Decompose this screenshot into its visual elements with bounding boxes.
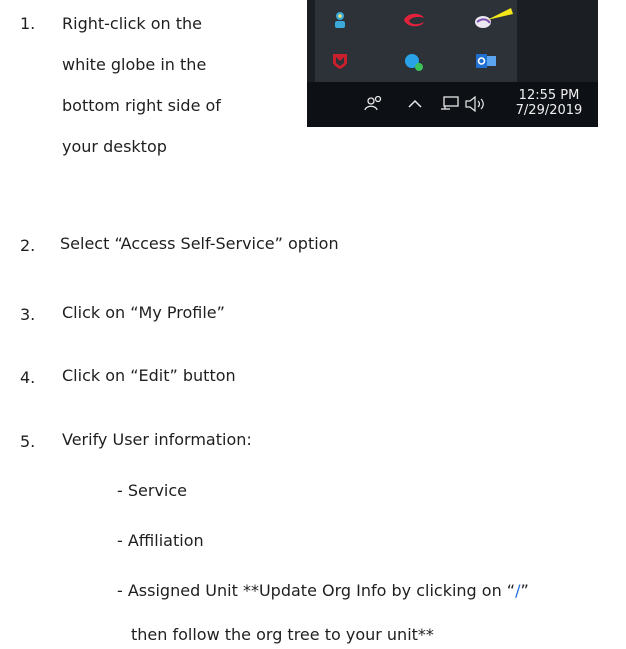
taskbar-clock[interactable]: 12:55 PM 7/29/2019	[503, 88, 595, 118]
flower-icon	[335, 12, 345, 28]
chevron-up-icon[interactable]	[407, 99, 423, 109]
step-text-line: your desktop	[62, 137, 167, 156]
network-icon[interactable]	[440, 96, 460, 112]
step-text: Select “Access Self-Service” option	[60, 234, 339, 253]
sub-item-affiliation: - Affiliation	[117, 531, 204, 550]
step-number: 3.	[20, 305, 36, 324]
mcafee-shield-icon	[333, 54, 347, 69]
step-text-line: bottom right side of	[62, 96, 221, 115]
step-number: 4.	[20, 368, 36, 387]
assigned-unit-text: - Assigned Unit **Update Org Info by cli…	[117, 581, 516, 600]
sub-item-assigned-unit: - Assigned Unit **Update Org Info by cli…	[117, 581, 529, 600]
red-arc-icon	[404, 13, 424, 27]
windows-taskbar: 12:55 PM 7/29/2019	[307, 82, 598, 127]
assigned-unit-continuation: then follow the org tree to your unit**	[131, 625, 434, 644]
globe-icon	[475, 8, 513, 28]
volume-icon[interactable]	[464, 96, 488, 112]
step-number: 2.	[20, 236, 36, 255]
people-icon[interactable]	[364, 94, 384, 112]
sub-item-service: - Service	[117, 481, 187, 500]
assigned-unit-quote: ”	[520, 581, 529, 600]
step-text-line: Right-click on the	[62, 14, 203, 33]
step-number: 1.	[20, 14, 36, 33]
step-number: 5.	[20, 432, 36, 451]
step-text: Click on “My Profile”	[62, 303, 225, 322]
outlook-icon	[476, 54, 496, 68]
step-text: Click on “Edit” button	[62, 366, 236, 385]
tray-overflow-panel	[315, 0, 517, 82]
clock-time: 12:55 PM	[518, 88, 580, 103]
step-text: Verify User information:	[62, 430, 252, 449]
skype-icon	[405, 54, 423, 71]
clock-date: 7/29/2019	[515, 103, 583, 118]
taskbar-screenshot: 12:55 PM 7/29/2019	[307, 0, 598, 127]
step-text-line: white globe in the	[62, 55, 207, 74]
